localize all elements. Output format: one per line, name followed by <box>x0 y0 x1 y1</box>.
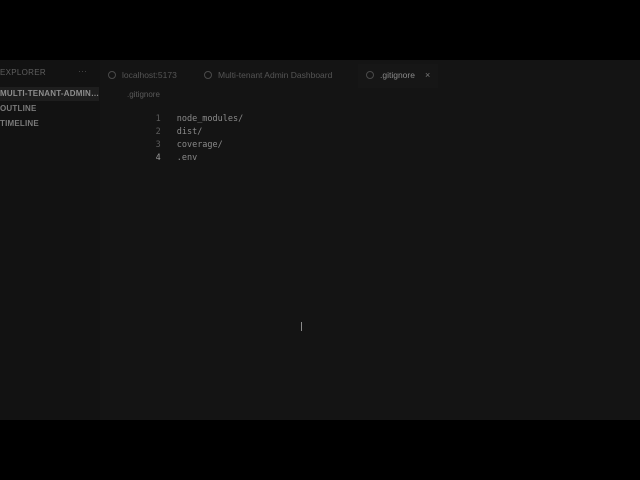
line-number: 1 <box>155 114 161 124</box>
line-text: coverage/ <box>176 140 223 150</box>
gear-icon <box>366 71 374 79</box>
breadcrumb[interactable]: .gitignore <box>127 90 160 99</box>
sidebar-section-outline[interactable]: OUTLINE <box>0 104 37 113</box>
sidebar-section-timeline[interactable]: TIMELINE <box>0 119 39 128</box>
tab-localhost[interactable]: localhost:5173 <box>108 64 177 88</box>
line-number: 4 <box>155 153 161 163</box>
tab-label: Multi-tenant Admin Dashboard <box>218 70 333 80</box>
globe-icon <box>108 71 116 79</box>
line-text: dist/ <box>176 127 203 137</box>
line-text: node_modules/ <box>176 114 244 124</box>
close-icon[interactable]: × <box>425 70 430 80</box>
text-cursor <box>301 322 302 331</box>
more-actions-icon[interactable]: ··· <box>78 66 87 76</box>
sidebar-section-project[interactable]: MULTI-TENANT-ADMIN-D... <box>0 87 99 101</box>
tab-label: .gitignore <box>380 70 415 80</box>
globe-icon <box>204 71 212 79</box>
vscode-window: EXPLORER ··· MULTI-TENANT-ADMIN-D... OUT… <box>0 60 640 420</box>
tab-gitignore[interactable]: .gitignore × <box>358 64 439 88</box>
line-number: 2 <box>155 127 161 137</box>
tab-admin-dashboard[interactable]: Multi-tenant Admin Dashboard <box>204 64 332 88</box>
tab-label: localhost:5173 <box>122 70 177 80</box>
tab-bar: localhost:5173 Multi-tenant Admin Dashbo… <box>100 64 640 88</box>
code-line: 1 node_modules/ <box>120 100 244 124</box>
line-text: .env <box>176 153 198 163</box>
explorer-sidebar: EXPLORER ··· MULTI-TENANT-ADMIN-D... OUT… <box>0 60 100 420</box>
explorer-title: EXPLORER <box>0 68 46 77</box>
code-editor[interactable]: 1 node_modules/ 2 dist/ 3 coverage/ 4 .env <box>120 100 244 163</box>
line-number: 3 <box>155 140 161 150</box>
